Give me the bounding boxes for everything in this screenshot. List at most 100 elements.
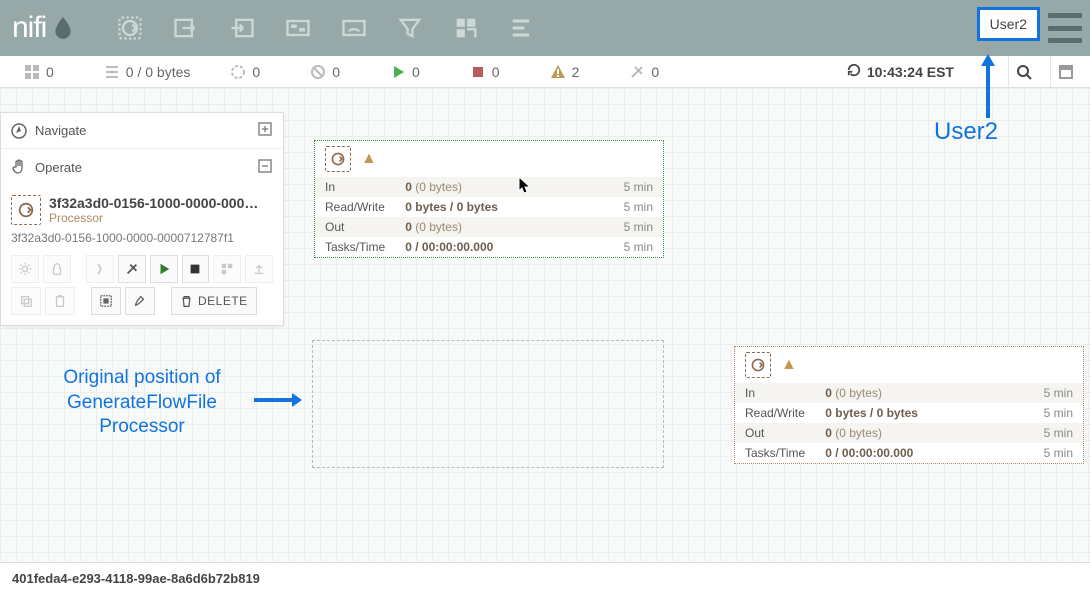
processor-a[interactable]: ▲ In0 (0 bytes)5 min Read/Write0 bytes /… <box>314 140 664 258</box>
breadcrumb-root[interactable]: 401feda4-e293-4118-99ae-8a6d6b72b819 <box>12 571 260 586</box>
bulletin-icon <box>1058 64 1074 80</box>
table-row: Read/Write0 bytes / 0 bytes5 min <box>315 197 663 217</box>
processor-type-icon <box>745 352 771 378</box>
table-row: Read/Write0 bytes / 0 bytes5 min <box>735 403 1083 423</box>
stat-threads: 0 <box>24 64 54 80</box>
enable-button[interactable] <box>86 255 114 283</box>
search-button[interactable] <box>1008 56 1038 88</box>
group-button[interactable] <box>91 287 121 315</box>
stat-stopped-value: 0 <box>492 64 500 80</box>
bulletin-button[interactable] <box>1050 56 1080 88</box>
trash-icon <box>180 295 193 308</box>
processor-a-stats: In0 (0 bytes)5 min Read/Write0 bytes / 0… <box>315 177 663 257</box>
delete-label: DELETE <box>198 294 248 308</box>
stat-invalid-value: 2 <box>572 64 580 80</box>
processor-b-header: ▲ <box>735 347 1083 383</box>
disable-button[interactable] <box>118 255 146 283</box>
status-bar-right: 10:43:24 EST <box>847 56 1080 87</box>
stat-transmitting: 0 <box>230 64 260 80</box>
flow-canvas[interactable]: Navigate Operate 3f32a3d0-0156-1000-0000… <box>0 88 1090 562</box>
template-button[interactable] <box>213 255 241 283</box>
stat-stopped: 0 <box>470 64 500 80</box>
stat-transmitting-value: 0 <box>252 64 260 80</box>
refresh-icon <box>847 63 861 80</box>
operate-panel-body: 3f32a3d0-0156-1000-0000-0000… Processor … <box>1 185 283 325</box>
side-palette: Navigate Operate 3f32a3d0-0156-1000-0000… <box>0 112 284 326</box>
warning-icon: ▲ <box>361 150 377 168</box>
table-row: Out0 (0 bytes)5 min <box>315 217 663 237</box>
stat-not-transmitting-value: 0 <box>332 64 340 80</box>
selected-item-title: 3f32a3d0-0156-1000-0000-0000… <box>49 195 264 211</box>
delete-button[interactable]: DELETE <box>171 287 257 315</box>
component-toolbar <box>102 8 550 48</box>
compass-icon <box>11 123 27 139</box>
stat-queued: 0 / 0 bytes <box>104 64 191 80</box>
operate-label: Operate <box>35 160 82 175</box>
logo-text: nifi <box>12 11 46 45</box>
color-button[interactable] <box>125 287 155 315</box>
upload-template-button[interactable] <box>245 255 273 283</box>
paste-button[interactable] <box>45 287 75 315</box>
add-output-port-icon[interactable] <box>214 8 270 48</box>
ghost-original-position <box>312 340 664 468</box>
processor-type-icon <box>325 146 351 172</box>
breadcrumb-bar: 401feda4-e293-4118-99ae-8a6d6b72b819 <box>0 562 1090 594</box>
stat-not-transmitting: 0 <box>310 64 340 80</box>
annotation-ghost-caption: Original position of GenerateFlowFile Pr… <box>32 366 252 440</box>
current-user[interactable]: User2 <box>977 7 1040 41</box>
expand-icon[interactable] <box>257 121 273 140</box>
running-icon <box>390 64 406 80</box>
table-row: Out0 (0 bytes)5 min <box>735 423 1083 443</box>
processor-b-stats: In0 (0 bytes)5 min Read/Write0 bytes / 0… <box>735 383 1083 463</box>
table-row: In0 (0 bytes)5 min <box>315 177 663 197</box>
stat-disabled: 0 <box>629 64 659 80</box>
stat-running: 0 <box>390 64 420 80</box>
app-header: nifi User2 <box>0 0 1090 56</box>
drop-icon <box>50 15 76 41</box>
processor-a-header: ▲ <box>315 141 663 177</box>
add-process-group-icon[interactable] <box>270 8 326 48</box>
processor-b[interactable]: ▲ In0 (0 bytes)5 min Read/Write0 bytes /… <box>734 346 1084 464</box>
configure-button[interactable] <box>11 255 39 283</box>
disabled-icon <box>629 64 645 80</box>
stat-queued-value: 0 / 0 bytes <box>126 64 191 80</box>
add-template-icon[interactable] <box>438 8 494 48</box>
table-row: Tasks/Time0 / 00:00:00.0005 min <box>315 237 663 257</box>
navigate-label: Navigate <box>35 123 86 138</box>
transmitting-icon <box>230 64 246 80</box>
stat-threads-value: 0 <box>46 64 54 80</box>
copy-button[interactable] <box>11 287 41 315</box>
policies-button[interactable] <box>43 255 71 283</box>
start-button[interactable] <box>150 255 178 283</box>
not-transmitting-icon <box>310 64 326 80</box>
selected-item-uuid: 3f32a3d0-0156-1000-0000-0000712787f1 <box>11 231 273 245</box>
warning-icon: ▲ <box>781 356 797 374</box>
stop-button[interactable] <box>182 255 210 283</box>
collapse-icon[interactable] <box>257 158 273 177</box>
operate-panel-header[interactable]: Operate <box>1 149 283 185</box>
invalid-icon <box>550 64 566 80</box>
selected-item-type: Processor <box>49 211 264 225</box>
stopped-icon <box>470 64 486 80</box>
search-icon <box>1016 64 1032 80</box>
stat-running-value: 0 <box>412 64 420 80</box>
current-user-name: User2 <box>990 16 1027 32</box>
header-right: User2 <box>977 0 1082 56</box>
global-menu-icon[interactable] <box>1048 13 1082 43</box>
status-bar: 0 0 / 0 bytes 0 0 0 0 2 0 10:43:24 EST <box>0 56 1090 88</box>
arrow-right-icon <box>254 392 304 408</box>
hand-icon <box>11 159 27 175</box>
stat-disabled-value: 0 <box>651 64 659 80</box>
arrow-up-icon <box>966 52 1006 122</box>
add-funnel-icon[interactable] <box>382 8 438 48</box>
processor-type-icon <box>11 195 41 225</box>
add-input-port-icon[interactable] <box>158 8 214 48</box>
add-remote-group-icon[interactable] <box>326 8 382 48</box>
table-row: Tasks/Time0 / 00:00:00.0005 min <box>735 443 1083 463</box>
add-processor-icon[interactable] <box>102 8 158 48</box>
add-label-icon[interactable] <box>494 8 550 48</box>
last-refresh: 10:43:24 EST <box>847 63 954 80</box>
navigate-panel-header[interactable]: Navigate <box>1 113 283 149</box>
queued-icon <box>104 64 120 80</box>
stat-invalid: 2 <box>550 64 580 80</box>
